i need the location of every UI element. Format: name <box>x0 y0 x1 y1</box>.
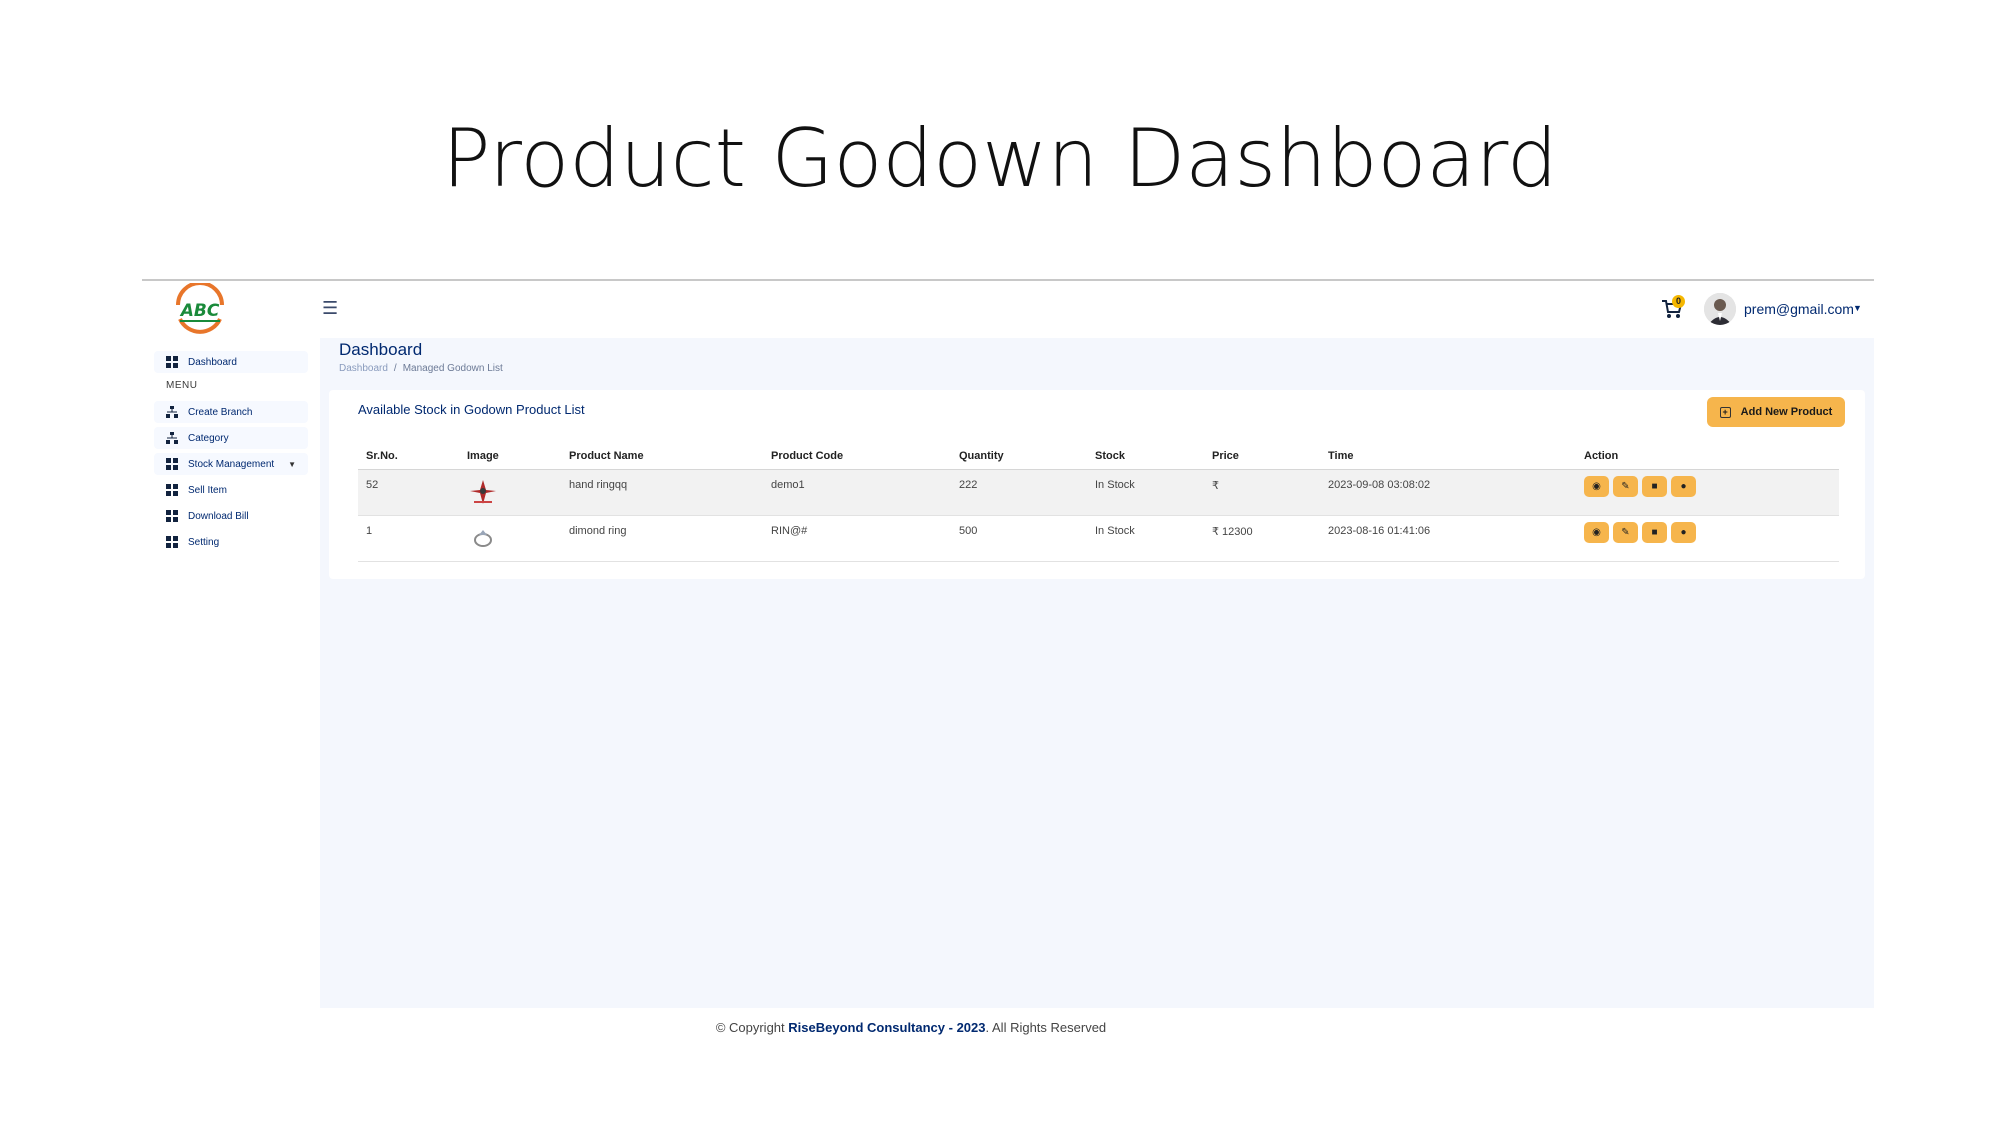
sidebar: Dashboard MENU Create Branch Category St… <box>142 338 320 1010</box>
add-new-product-button[interactable]: + Add New Product <box>1707 397 1845 427</box>
card-title: Available Stock in Godown Product List <box>358 402 585 417</box>
navigate-button[interactable]: ● <box>1671 522 1696 543</box>
table-row: 1 dimond ring RIN@# 500 In Stock ₹ 12300… <box>358 516 1839 562</box>
user-dropdown-caret-icon[interactable]: ▼ <box>1853 303 1862 313</box>
stock-card: Available Stock in Godown Product List +… <box>329 390 1865 579</box>
top-header: ABC ☰ 0 prem@gmail.com ▼ <box>142 281 1874 338</box>
user-avatar[interactable] <box>1704 293 1736 325</box>
cell-time: 2023-09-08 03:08:02 <box>1328 479 1431 491</box>
sidebar-item-label: Create Branch <box>188 406 253 418</box>
table-row: 52 hand ringqq demo1 222 In Stock ₹ 2023… <box>358 470 1839 516</box>
cell-price: ₹ 12300 <box>1212 526 1253 538</box>
cell-sr-no: 1 <box>366 525 373 537</box>
sidebar-menu-heading: MENU <box>166 380 198 391</box>
footer-suffix: . All Rights Reserved <box>985 1020 1107 1035</box>
row-actions: ◉ ✎ ■ ● <box>1584 476 1700 497</box>
product-table: Sr.No. Image Product Name Product Code Q… <box>358 442 1839 562</box>
row-actions: ◉ ✎ ■ ● <box>1584 522 1700 543</box>
grid-icon <box>166 356 178 368</box>
column-header[interactable]: Price <box>1212 450 1239 462</box>
sidebar-item-create-branch[interactable]: Create Branch <box>154 401 308 423</box>
cell-quantity: 222 <box>959 479 978 491</box>
sidebar-item-download-bill[interactable]: Download Bill <box>154 505 308 527</box>
menu-toggle-icon[interactable]: ☰ <box>322 298 338 318</box>
chevron-down-icon: ▼ <box>288 459 297 469</box>
cart-count-badge: 0 <box>1672 295 1685 308</box>
delete-button[interactable]: ■ <box>1642 476 1667 497</box>
cell-product-code: demo1 <box>771 479 805 491</box>
sitemap-icon <box>166 406 178 418</box>
sidebar-item-dashboard[interactable]: Dashboard <box>154 351 308 373</box>
app-window: ABC ☰ 0 prem@gmail.com ▼ Dashboard MENU <box>142 279 1874 1010</box>
grid-icon <box>166 536 178 548</box>
cell-sr-no: 52 <box>366 479 379 491</box>
trash-icon: ■ <box>1651 480 1658 492</box>
breadcrumb-link-dashboard[interactable]: Dashboard <box>339 363 388 374</box>
footer: © Copyright RiseBeyond Consultancy - 202… <box>0 1020 1822 1035</box>
view-button[interactable]: ◉ <box>1584 522 1609 543</box>
grid-icon <box>166 458 178 470</box>
cell-product-name: hand ringqq <box>569 479 628 491</box>
column-header[interactable]: Product Code <box>771 450 843 462</box>
view-button[interactable]: ◉ <box>1584 476 1609 497</box>
breadcrumb-separator: / <box>393 363 397 374</box>
sidebar-item-category[interactable]: Category <box>154 427 308 449</box>
sidebar-item-label: Sell Item <box>188 484 227 496</box>
cell-stock: In Stock <box>1095 479 1135 491</box>
cell-product-name: dimond ring <box>569 525 627 537</box>
compass-icon: ● <box>1680 526 1687 538</box>
cell-product-code: RIN@# <box>771 525 808 537</box>
product-thumbnail <box>474 530 492 547</box>
edit-button[interactable]: ✎ <box>1613 476 1638 497</box>
breadcrumb-current: Managed Godown List <box>402 363 503 374</box>
breadcrumb: Dashboard / Managed Godown List <box>339 363 503 374</box>
product-thumbnail <box>470 480 496 504</box>
plus-square-icon: + <box>1719 406 1731 418</box>
delete-button[interactable]: ■ <box>1642 522 1667 543</box>
abc-logo[interactable]: ABC <box>170 283 230 337</box>
slide-title: Product Godown Dashboard <box>442 112 1558 205</box>
sidebar-item-setting[interactable]: Setting <box>154 531 308 553</box>
table-header: Sr.No. Image Product Name Product Code Q… <box>358 442 1839 470</box>
sidebar-item-label: Setting <box>188 536 220 548</box>
column-header[interactable]: Action <box>1584 450 1618 462</box>
add-new-product-label: Add New Product <box>1740 406 1833 418</box>
trash-icon: ■ <box>1651 526 1658 538</box>
sidebar-item-label: Download Bill <box>188 510 249 522</box>
footer-prefix: © Copyright <box>715 1020 789 1035</box>
cell-quantity: 500 <box>959 525 978 537</box>
column-header[interactable]: Time <box>1328 450 1353 462</box>
column-header[interactable]: Product Name <box>569 450 644 462</box>
sidebar-item-label: Dashboard <box>188 356 237 368</box>
cell-price: ₹ <box>1212 480 1219 492</box>
page-title: Dashboard <box>339 340 423 359</box>
edit-icon: ✎ <box>1621 526 1630 538</box>
sidebar-item-label: Category <box>188 432 229 444</box>
compass-icon: ● <box>1680 480 1687 492</box>
footer-company: RiseBeyond Consultancy - 2023 <box>788 1020 986 1035</box>
sitemap-icon <box>166 432 178 444</box>
navigate-button[interactable]: ● <box>1671 476 1696 497</box>
sidebar-item-label: Stock Management <box>188 458 275 470</box>
cell-stock: In Stock <box>1095 525 1135 537</box>
sidebar-item-stock-management[interactable]: Stock Management ▼ <box>154 453 308 475</box>
svg-text:ABC: ABC <box>179 301 220 321</box>
column-header[interactable]: Stock <box>1095 450 1125 462</box>
eye-icon: ◉ <box>1592 526 1601 538</box>
user-email[interactable]: prem@gmail.com <box>1744 301 1854 317</box>
column-header[interactable]: Sr.No. <box>366 450 398 462</box>
column-header[interactable]: Quantity <box>959 450 1004 462</box>
eye-icon: ◉ <box>1592 480 1601 492</box>
grid-icon <box>166 510 178 522</box>
sidebar-item-sell-item[interactable]: Sell Item <box>154 479 308 501</box>
column-header[interactable]: Image <box>467 450 499 462</box>
cell-time: 2023-08-16 01:41:06 <box>1328 525 1431 537</box>
edit-icon: ✎ <box>1621 480 1630 492</box>
grid-icon <box>166 484 178 496</box>
edit-button[interactable]: ✎ <box>1613 522 1638 543</box>
